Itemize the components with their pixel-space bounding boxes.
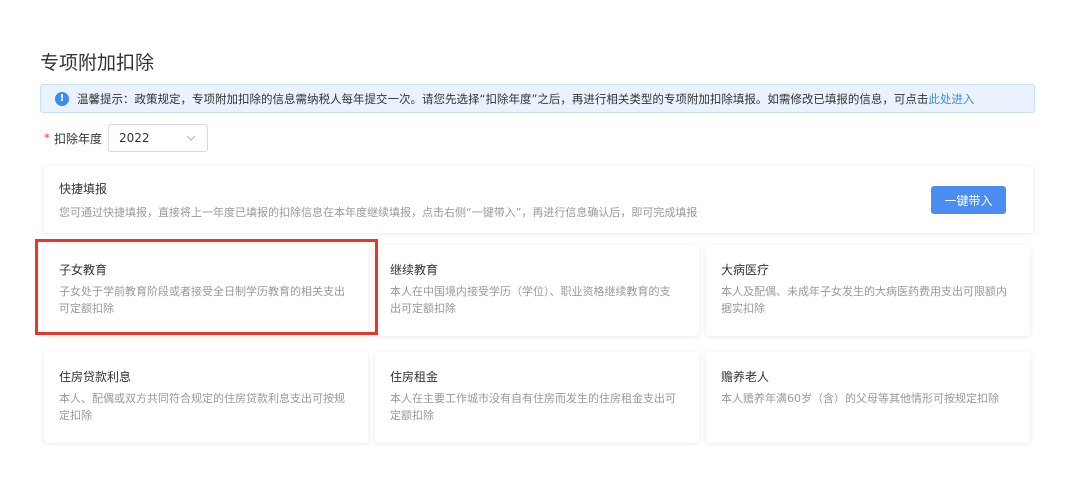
deduction-card-elderly-support[interactable]: 赡养老人 本人赡养年满60岁（含）的父母等其他情形可按规定扣除: [706, 352, 1030, 443]
deduction-card-title: 继续教育: [390, 263, 439, 277]
deduction-card-description: 本人在中国境内接受学历（学位）、职业资格继续教育的支出可定额扣除: [390, 285, 671, 315]
quick-fill-title: 快捷填报: [59, 182, 108, 196]
deduction-card-title: 大病医疗: [721, 263, 770, 277]
page-title: 专项附加扣除: [40, 52, 155, 74]
page: 专项附加扣除 ! 温馨提示：政策规定，专项附加扣除的信息需纳税人每年提交一次。请…: [0, 0, 1080, 488]
info-icon: !: [55, 91, 69, 106]
quick-fill-card: 快捷填报 您可通过快捷填报，直接将上一年度已填报的扣除信息在本年度继续填报，点击…: [44, 166, 1033, 233]
year-label: 扣除年度: [54, 131, 103, 146]
deduction-card-description: 本人赡养年满60岁（含）的父母等其他情形可按规定扣除: [721, 392, 999, 405]
year-field: * 扣除年度 2022: [44, 124, 209, 152]
deduction-card-continuing-education[interactable]: 继续教育 本人在中国境内接受学历（学位）、职业资格继续教育的支出可定额扣除: [375, 245, 699, 336]
deduction-card-serious-illness[interactable]: 大病医疗 本人及配偶、未成年子女发生的大病医药费用支出可限额内据实扣除: [706, 245, 1030, 336]
year-select[interactable]: 2022: [108, 124, 209, 152]
required-mark: *: [44, 131, 50, 145]
deduction-card-description: 本人及配偶、未成年子女发生的大病医药费用支出可限额内据实扣除: [721, 285, 1007, 315]
quick-fill-description: 您可通过快捷填报，直接将上一年度已填报的扣除信息在本年度继续填报，点击右侧“一键…: [59, 206, 698, 219]
year-select-value: 2022: [119, 131, 150, 145]
deduction-card-housing-rent[interactable]: 住房租金 本人在主要工作城市没有自有住房而发生的住房租金支出可定额扣除: [375, 352, 699, 443]
deduction-card-title: 子女教育: [59, 263, 108, 277]
deduction-card-title: 住房租金: [390, 370, 439, 384]
deduction-card-child-education[interactable]: 子女教育 子女处于学前教育阶段或者接受全日制学历教育的相关支出可定额扣除: [44, 245, 368, 336]
deduction-card-description: 本人在主要工作城市没有自有住房而发生的住房租金支出可定额扣除: [390, 392, 676, 422]
notice-link[interactable]: 此处进入: [928, 91, 974, 107]
chevron-down-icon: [186, 135, 196, 141]
notice-text: 温馨提示：政策规定，专项附加扣除的信息需纳税人每年提交一次。请您先选择“扣除年度…: [77, 91, 929, 106]
deduction-card-description: 本人、配偶或双方共同符合规定的住房贷款利息支出可按规定扣除: [59, 392, 345, 422]
deduction-card-description: 子女处于学前教育阶段或者接受全日制学历教育的相关支出可定额扣除: [59, 285, 345, 315]
deduction-card-title: 赡养老人: [721, 370, 770, 384]
one-click-import-button[interactable]: 一键带入: [931, 186, 1006, 214]
deduction-card-housing-loan-interest[interactable]: 住房贷款利息 本人、配偶或双方共同符合规定的住房贷款利息支出可按规定扣除: [44, 352, 368, 443]
deduction-card-title: 住房贷款利息: [59, 370, 132, 384]
notice-banner: ! 温馨提示：政策规定，专项附加扣除的信息需纳税人每年提交一次。请您先选择“扣除…: [40, 84, 1035, 113]
